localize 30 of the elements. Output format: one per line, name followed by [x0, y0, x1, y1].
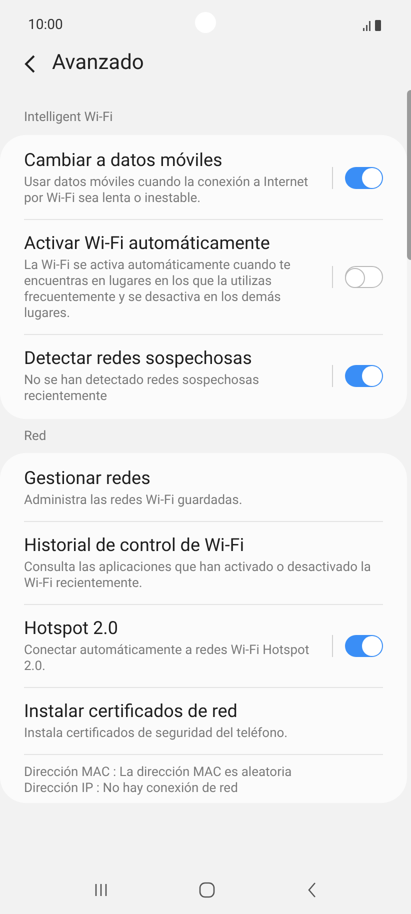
setting-title[interactable]: Hotspot 2.0 [24, 617, 320, 641]
page-title: Avanzado [52, 50, 144, 78]
setting-description: Usar datos móviles cuando la conexión a Internet por Wi-Fi sea lenta o inestable. [24, 174, 310, 206]
toggle-switch[interactable] [345, 635, 383, 657]
home-icon[interactable] [199, 882, 216, 898]
toggle-switch[interactable] [345, 166, 383, 188]
toggle-switch[interactable] [345, 266, 383, 288]
setting-title[interactable]: Instalar certificados de red [24, 700, 375, 724]
setting-title[interactable]: Activar Wi-Fi automáticamente [24, 232, 320, 256]
setting-title[interactable]: Cambiar a datos móviles [24, 148, 320, 172]
setting-title[interactable]: Gestionar redes [24, 467, 375, 491]
section-header: Intelligent Wi-Fi [23, 109, 114, 127]
back-icon[interactable] [24, 55, 36, 73]
setting-title[interactable]: Detectar redes sospechosas [24, 346, 320, 370]
signal-battery-icon [363, 19, 383, 31]
setting-description: Conectar automáticamente a redes Wi-Fi Hotspot 2.0. [24, 643, 310, 675]
network-info-text: Dirección MAC : La dirección MAC es aleatoria [24, 765, 293, 781]
back-icon[interactable] [307, 882, 318, 898]
section-header: Red [23, 428, 48, 446]
setting-description: Consulta las aplicaciones que han activado o desactivado la Wi-Fi recientemente. [24, 560, 372, 592]
setting-description: Instala certificados de seguridad del teléfono. [24, 726, 289, 742]
setting-description: Administra las redes Wi-Fi guardadas. [24, 493, 244, 509]
network-info-text: Dirección IP : No hay conexión de red [24, 781, 239, 797]
scrollbar[interactable] [407, 90, 411, 260]
setting-description: No se han detectado redes sospechosas recientemente [24, 372, 260, 404]
recent-apps-icon[interactable] [94, 883, 108, 897]
setting-description: La Wi-Fi se activa automáticamente cuando te encuentras en lugares en los que la utilizas frecuentemente y se desactiva en los demás lugares. [24, 258, 292, 322]
setting-title[interactable]: Historial de control de Wi-Fi [24, 534, 375, 558]
toggle-switch[interactable] [345, 364, 383, 386]
status-time: 10:00 [28, 16, 63, 34]
